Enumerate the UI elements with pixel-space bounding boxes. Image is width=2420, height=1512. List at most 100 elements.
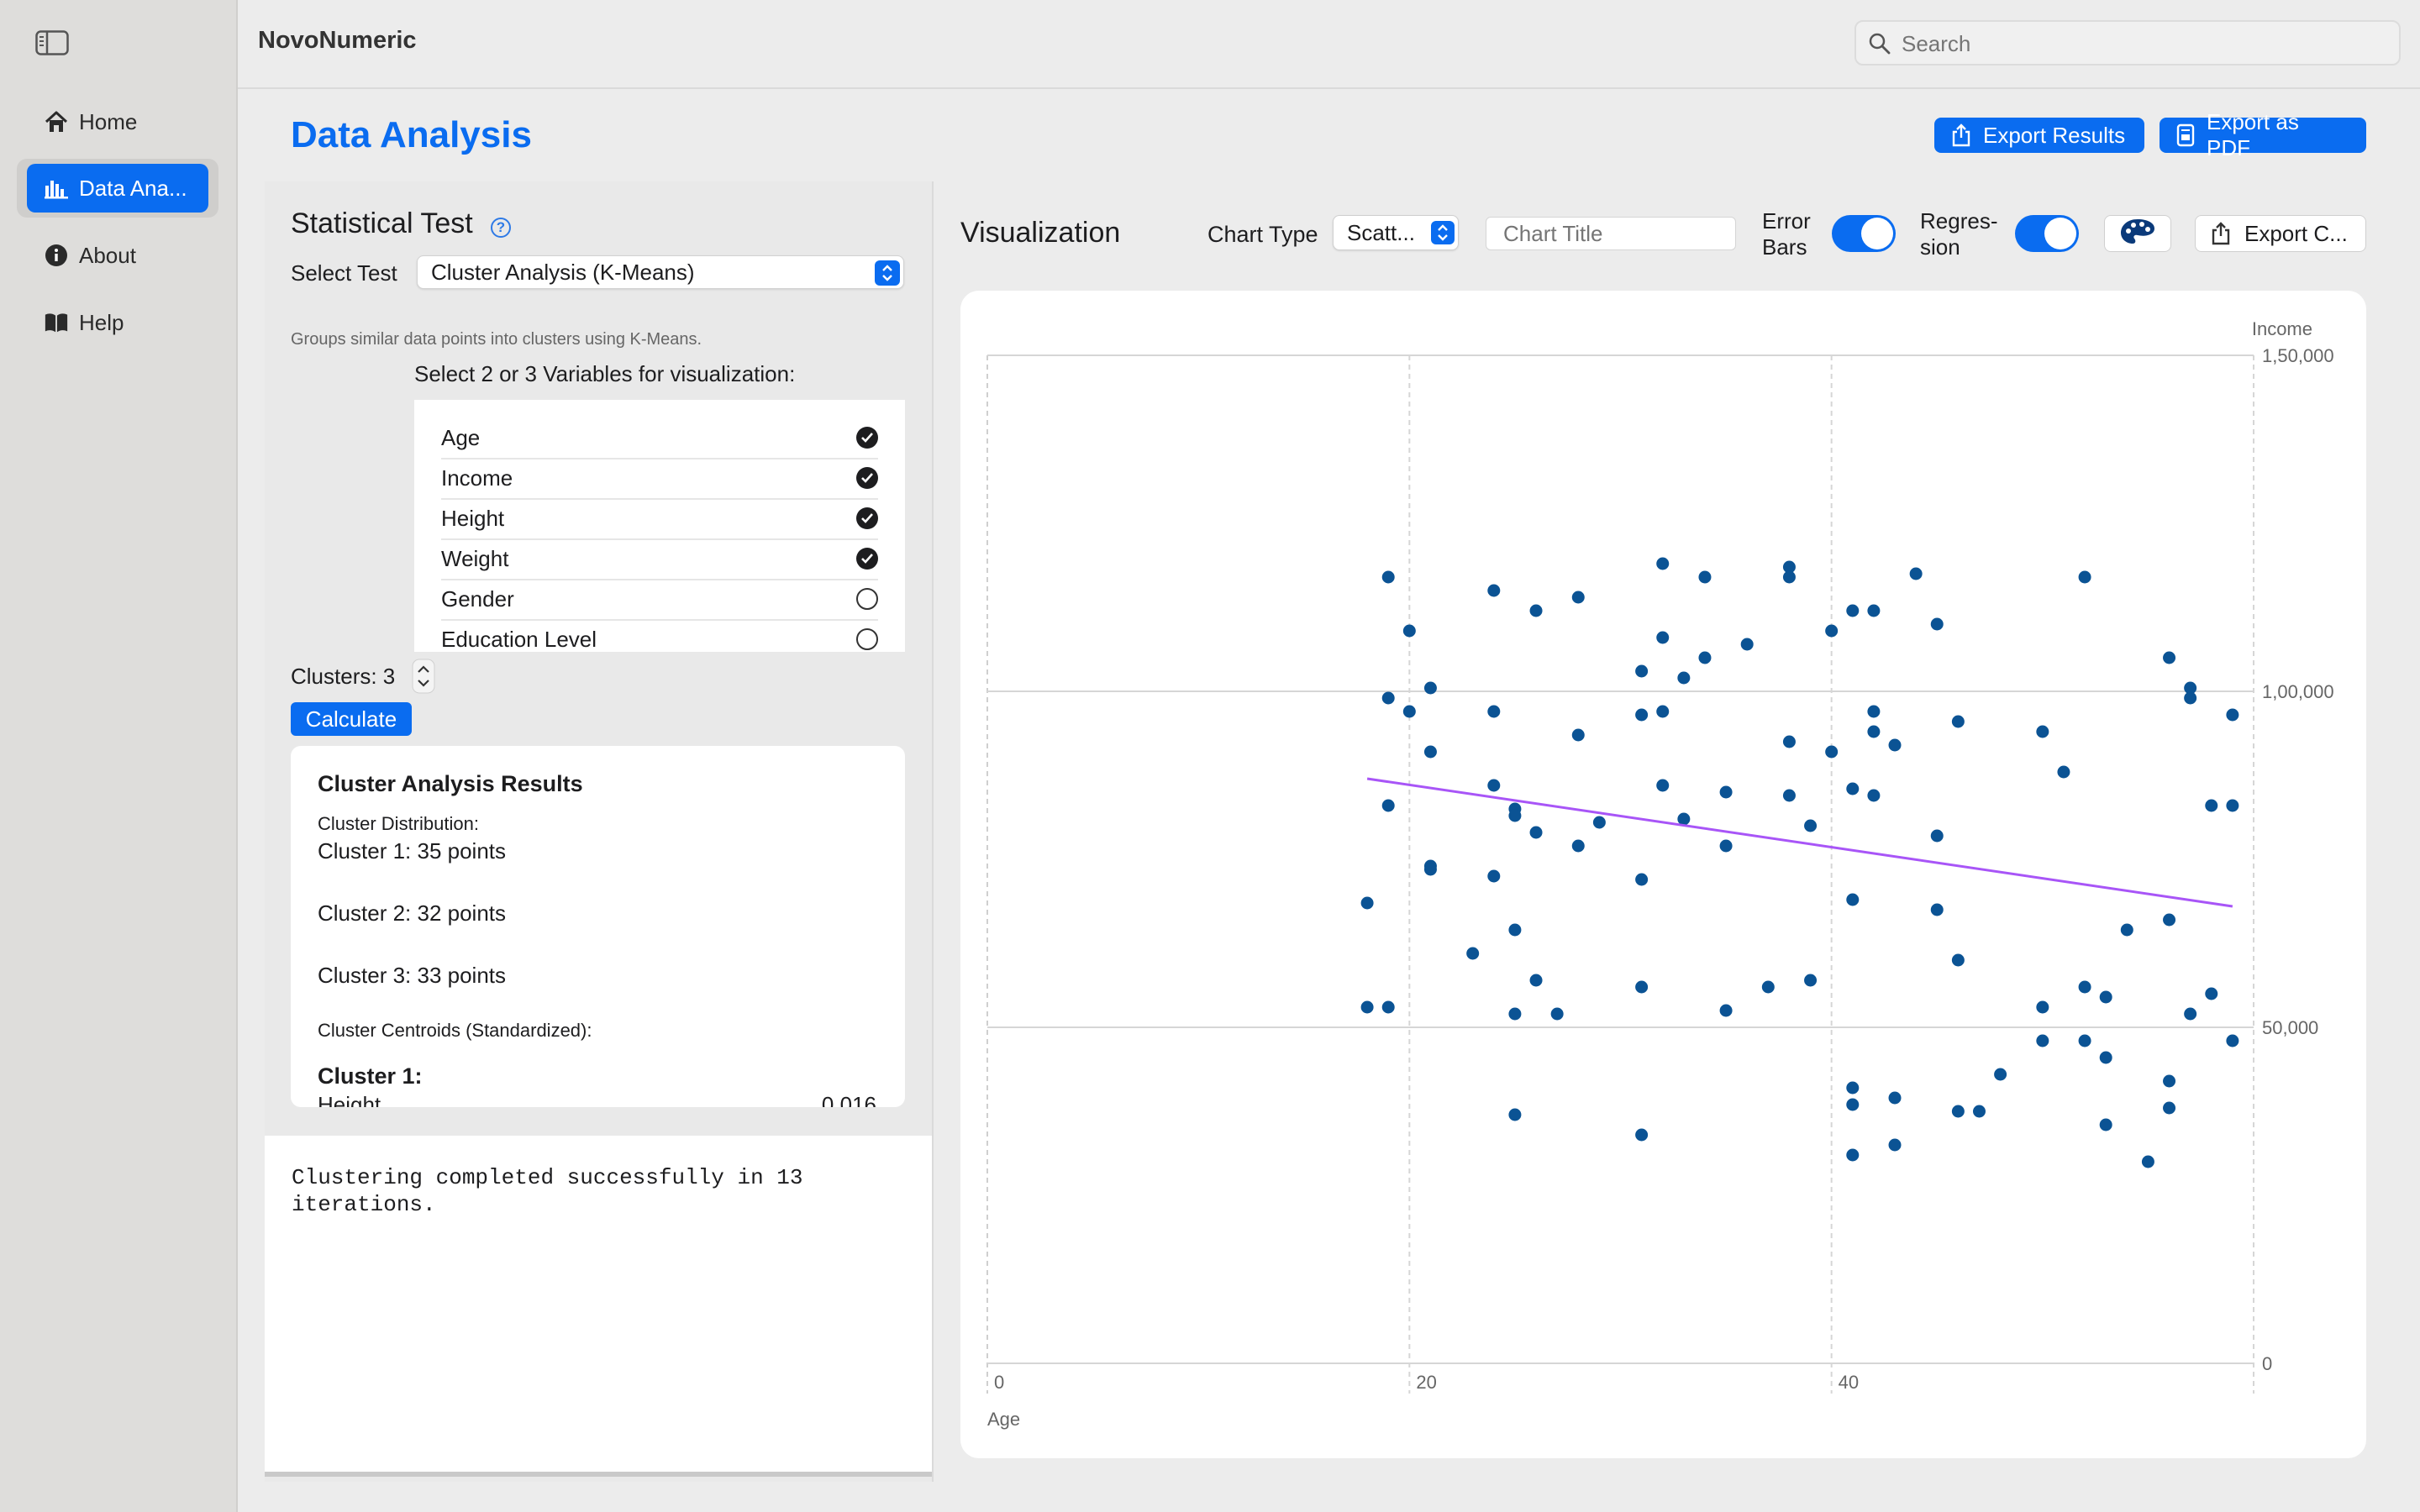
clusters-stepper[interactable] <box>412 659 435 694</box>
help-icon[interactable]: ? <box>491 218 511 238</box>
export-pdf-button[interactable]: Export as PDF <box>2160 109 2366 160</box>
sidebar-item-data-analysis[interactable]: Data Ana... <box>17 159 218 218</box>
data-point <box>1782 735 1796 748</box>
data-point <box>1846 782 1860 795</box>
sidebar-item-help[interactable]: Help <box>17 293 218 352</box>
data-point <box>2057 765 2070 779</box>
data-point <box>1719 839 1733 853</box>
data-point <box>1930 617 1944 631</box>
empty-circle-icon[interactable] <box>856 628 878 650</box>
sidebar-item-about[interactable]: About <box>17 226 218 285</box>
list-item[interactable]: Income <box>441 459 878 500</box>
variables-list[interactable]: Age Income Height Weight Gender Educatio… <box>414 400 905 652</box>
list-item[interactable]: Weight <box>441 539 878 580</box>
data-point <box>1402 705 1416 718</box>
data-point <box>1529 974 1543 987</box>
data-point <box>1867 705 1881 718</box>
color-palette-button[interactable] <box>2104 215 2171 252</box>
data-point <box>1529 826 1543 839</box>
data-point <box>1846 1148 1860 1162</box>
section-title: Statistical Test <box>291 207 473 239</box>
data-point <box>1698 651 1712 664</box>
data-point <box>2226 1034 2239 1047</box>
chevron-updown-icon <box>875 260 900 286</box>
sidebar-toggle-icon[interactable] <box>35 30 69 55</box>
data-point <box>2036 725 2049 738</box>
data-point <box>1402 624 1416 638</box>
x-tick-label: 40 <box>1839 1372 1859 1393</box>
error-bars-toggle[interactable] <box>1832 215 1896 252</box>
share-icon <box>2211 222 2231 245</box>
data-point <box>2163 1101 2176 1115</box>
variable-name: Age <box>441 425 481 450</box>
chart-card: 0 50,000 1,00,000 1,50,000 0 20 40 Income Age <box>960 291 2366 1458</box>
data-point <box>1825 624 1839 638</box>
variable-name: Height <box>441 506 505 531</box>
data-point <box>2184 1007 2197 1021</box>
data-point <box>1592 816 1606 829</box>
export-results-label: Export Results <box>1983 122 2126 148</box>
sidebar-item-home[interactable]: Home <box>17 92 218 151</box>
centroid-var-value: 0.016 <box>821 1092 876 1107</box>
y-tick-label: 1,50,000 <box>2262 345 2334 366</box>
data-point <box>1487 779 1501 792</box>
regression-line <box>1366 777 2233 908</box>
chart-type-value: Scatt... <box>1347 219 1415 245</box>
search-field[interactable] <box>1854 20 2401 66</box>
share-icon <box>1951 123 1971 147</box>
list-item[interactable]: Height <box>441 499 878 540</box>
centroids-label: Cluster Centroids (Standardized): <box>318 1020 592 1041</box>
list-item[interactable]: Education Level <box>441 620 878 652</box>
data-point <box>1423 863 1437 876</box>
search-input[interactable] <box>1900 29 2374 59</box>
variable-name: Income <box>441 465 513 491</box>
page-title: Data Analysis <box>291 114 532 155</box>
checkmark-circle-icon[interactable] <box>856 548 878 570</box>
export-results-button[interactable]: Export Results <box>1934 118 2144 153</box>
data-point <box>2036 1000 2049 1014</box>
data-point <box>1951 715 1965 728</box>
export-chart-button[interactable]: Export C... <box>2195 215 2366 252</box>
data-point <box>1698 570 1712 584</box>
checkmark-circle-icon[interactable] <box>856 467 878 489</box>
x-tick-label: 20 <box>1416 1372 1436 1393</box>
app-title: NovoNumeric <box>258 27 417 54</box>
data-point <box>2036 1034 2049 1047</box>
book-icon <box>44 310 69 335</box>
data-point <box>1740 638 1754 651</box>
palette-icon <box>2119 218 2156 250</box>
calculate-button[interactable]: Calculate <box>291 702 412 736</box>
chart-type-select[interactable]: Scatt... <box>1333 215 1459 250</box>
data-point <box>1846 893 1860 906</box>
data-point <box>1867 604 1881 617</box>
clusters-label: Clusters: 3 <box>291 664 396 689</box>
data-point <box>1487 584 1501 597</box>
data-point <box>2099 990 2112 1004</box>
data-point <box>1656 779 1670 792</box>
data-point <box>1423 745 1437 759</box>
toolbar: NovoNumeric <box>238 0 2420 89</box>
data-point <box>2226 799 2239 812</box>
empty-circle-icon[interactable] <box>856 588 878 610</box>
data-point <box>2205 987 2218 1000</box>
checkmark-circle-icon[interactable] <box>856 427 878 449</box>
data-point <box>1571 728 1585 742</box>
variables-prompt: Select 2 or 3 Variables for visualizatio… <box>414 361 796 386</box>
checkmark-circle-icon[interactable] <box>856 507 878 529</box>
data-point <box>1761 980 1775 994</box>
data-point <box>1846 1098 1860 1111</box>
list-item[interactable]: Gender <box>441 580 878 621</box>
data-point <box>1867 789 1881 802</box>
list-item[interactable]: Age <box>441 418 878 459</box>
sidebar-item-label: About <box>79 242 136 268</box>
chart-type-label: Chart Type <box>1207 222 1318 247</box>
test-select[interactable]: Cluster Analysis (K-Means) <box>417 255 904 289</box>
y-tick-label: 1,00,000 <box>2262 681 2334 702</box>
variable-name: Weight <box>441 546 509 571</box>
regression-toggle[interactable] <box>2015 215 2079 252</box>
chart-title-input[interactable] <box>1486 217 1736 250</box>
data-point <box>1360 1000 1374 1014</box>
data-point <box>1804 819 1818 832</box>
data-point <box>1719 1004 1733 1017</box>
data-point <box>1381 691 1395 705</box>
